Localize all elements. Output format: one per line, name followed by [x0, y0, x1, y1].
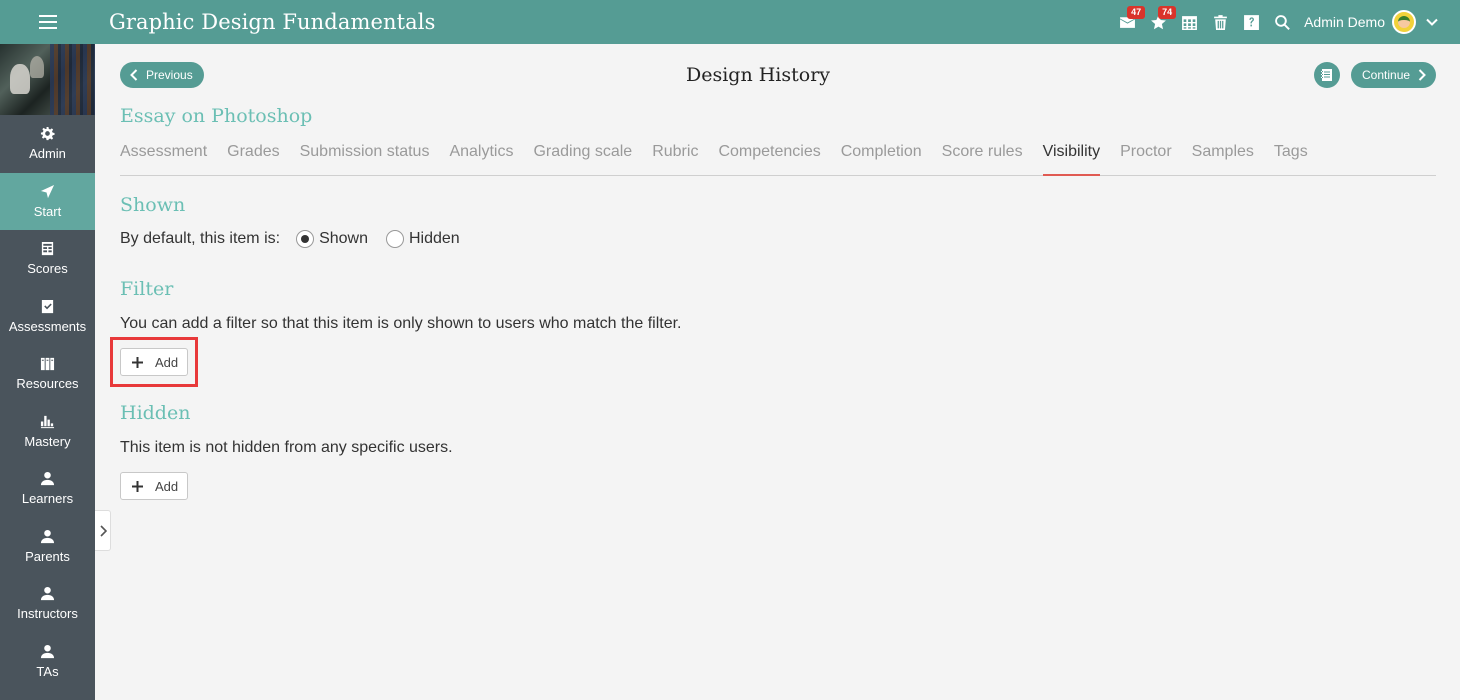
hidden-radio[interactable] — [385, 230, 404, 248]
plus-icon — [132, 356, 143, 368]
sidebar-item-resources[interactable]: Resources — [0, 345, 95, 403]
top-bar: Graphic Design Fundamentals 47 74 Admin … — [0, 0, 1460, 44]
shown-radio[interactable] — [296, 230, 315, 248]
default-visibility-row: By default, this item is: Shown Hidden — [120, 230, 478, 248]
filter-heading: Filter — [120, 278, 174, 300]
navigation-arrow-icon — [40, 184, 55, 198]
default-visibility-label: By default, this item is: — [120, 230, 281, 247]
sidebar-item-learners[interactable]: Learners — [0, 460, 95, 518]
tab-grades[interactable]: Grades — [227, 140, 279, 176]
sidebar-item-label: Instructors — [17, 606, 78, 622]
sidebar-item-label: Parents — [25, 548, 70, 564]
notebook-button[interactable] — [1314, 62, 1340, 88]
hidden-radio-label[interactable]: Hidden — [409, 230, 460, 248]
help-button[interactable] — [1236, 0, 1267, 44]
bar-chart-icon — [40, 415, 55, 428]
sidebar-item-label: Learners — [21, 491, 74, 507]
person-icon — [40, 644, 55, 658]
gear-icon — [40, 127, 55, 141]
calendar-button[interactable] — [1174, 0, 1205, 44]
tab-completion[interactable]: Completion — [841, 140, 922, 176]
sidebar-item-label: Resources — [16, 376, 79, 392]
add-hidden-button[interactable]: Add — [120, 472, 188, 500]
sidebar-item-tas[interactable]: TAs — [0, 633, 95, 691]
add-filter-button[interactable]: Add — [120, 348, 188, 376]
checklist-icon — [41, 299, 54, 313]
chevron-right-icon — [1418, 69, 1426, 81]
sidebar-item-parents[interactable]: Parents — [0, 518, 95, 576]
help-icon — [1244, 14, 1260, 30]
person-icon — [40, 472, 55, 486]
sidebar-item-instructors[interactable]: Instructors — [0, 575, 95, 633]
avatar[interactable] — [1392, 10, 1416, 34]
sidebar-item-label: TAs — [36, 663, 59, 679]
shown-heading: Shown — [120, 194, 186, 216]
tab-score-rules[interactable]: Score rules — [942, 140, 1023, 176]
tab-visibility[interactable]: Visibility — [1042, 140, 1101, 176]
sidebar-item-mastery[interactable]: Mastery — [0, 403, 95, 461]
plus-icon — [132, 480, 143, 492]
sidebar-item-label: Assessments — [8, 318, 87, 334]
tab-grading-scale[interactable]: Grading scale — [533, 140, 632, 176]
tab-tags[interactable]: Tags — [1274, 140, 1308, 176]
menu-icon[interactable] — [0, 0, 95, 44]
trash-icon — [1214, 14, 1227, 30]
sidebar-item-label: Start — [33, 203, 62, 219]
books-icon — [40, 358, 55, 371]
gradebook-icon — [41, 242, 54, 256]
trash-button[interactable] — [1205, 0, 1236, 44]
main-content: Previous Design History Continue Essay o… — [110, 44, 1436, 700]
chevron-right-icon — [99, 524, 107, 537]
course-image[interactable] — [0, 44, 95, 115]
tab-bar: Assessment Grades Submission status Anal… — [120, 140, 1436, 176]
sidebar-item-scores[interactable]: Scores — [0, 230, 95, 288]
top-bar-actions: 47 74 Admin Demo — [1112, 0, 1460, 44]
search-button[interactable] — [1267, 0, 1298, 44]
mail-button[interactable]: 47 — [1112, 0, 1146, 44]
item-title[interactable]: Essay on Photoshop — [120, 105, 312, 127]
sidebar-item-label: Mastery — [24, 433, 71, 449]
hidden-heading: Hidden — [120, 402, 191, 424]
tab-proctor[interactable]: Proctor — [1120, 140, 1172, 176]
user-menu-button[interactable] — [1422, 0, 1442, 44]
tab-assessment[interactable]: Assessment — [120, 140, 207, 176]
tab-competencies[interactable]: Competencies — [718, 140, 820, 176]
tab-rubric[interactable]: Rubric — [652, 140, 698, 176]
shown-radio-label[interactable]: Shown — [319, 230, 368, 248]
calendar-icon — [1182, 15, 1198, 30]
notebook-icon — [1321, 69, 1332, 81]
notifications-button[interactable]: 74 — [1143, 0, 1177, 44]
hidden-description: This item is not hidden from any specifi… — [120, 439, 453, 456]
sidebar: Admin Start Scores Assessments Resources… — [0, 44, 95, 700]
page-title: Design History — [685, 64, 831, 86]
filter-description: You can add a filter so that this item i… — [120, 315, 682, 332]
sidebar-item-label: Scores — [27, 261, 68, 277]
sidebar-item-assessments[interactable]: Assessments — [0, 288, 95, 346]
sidebar-item-start[interactable]: Start — [0, 172, 95, 230]
tab-submission-status[interactable]: Submission status — [300, 140, 430, 176]
user-name[interactable]: Admin Demo — [1304, 14, 1385, 30]
tab-samples[interactable]: Samples — [1192, 140, 1254, 176]
person-icon — [40, 529, 55, 543]
tab-analytics[interactable]: Analytics — [449, 140, 513, 176]
search-icon — [1275, 14, 1290, 30]
app-title[interactable]: Graphic Design Fundamentals — [109, 10, 435, 34]
chevron-down-icon — [1426, 18, 1438, 26]
sidebar-expand-button[interactable] — [95, 510, 111, 551]
continue-button[interactable]: Continue — [1351, 62, 1436, 88]
person-icon — [40, 587, 55, 601]
sidebar-item-admin[interactable]: Admin — [0, 115, 95, 173]
sidebar-item-label: Admin — [29, 146, 66, 162]
